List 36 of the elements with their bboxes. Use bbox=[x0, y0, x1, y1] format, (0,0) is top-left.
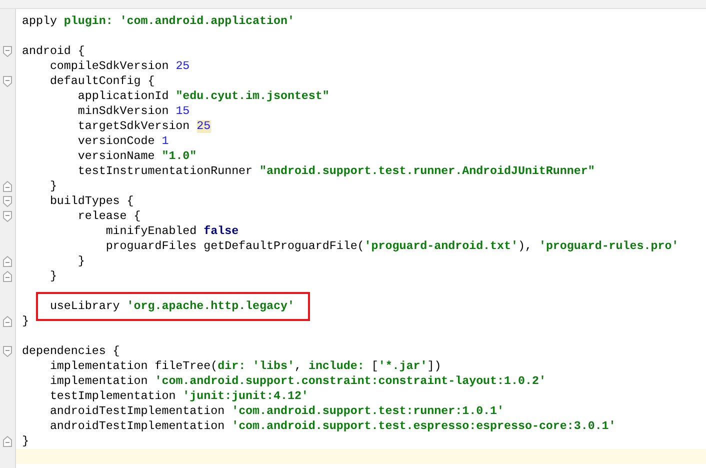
fold-icon[interactable] bbox=[3, 316, 12, 327]
code-line: defaultConfig { bbox=[48, 74, 155, 89]
code-line: testInstrumentationRunner "android.support.test.runner.AndroidJUnitRunner" bbox=[76, 164, 595, 179]
fold-icon[interactable] bbox=[3, 46, 12, 57]
code-line: androidTestImplementation 'com.android.support.test:runner:1.0.1' bbox=[48, 404, 504, 419]
code-line: targetSdkVersion 25 bbox=[76, 119, 211, 134]
code-line: android { bbox=[22, 44, 85, 59]
code-line: applicationId "edu.cyut.im.jsontest" bbox=[76, 89, 330, 104]
fold-icon[interactable] bbox=[3, 346, 12, 357]
code-line: minifyEnabled false bbox=[104, 224, 239, 239]
fold-icon[interactable] bbox=[3, 196, 12, 207]
code-line: implementation fileTree(dir: 'libs', include: ['*.jar']) bbox=[48, 359, 442, 374]
fold-icon[interactable] bbox=[3, 76, 12, 87]
code-line: } bbox=[76, 254, 85, 269]
fold-icon[interactable] bbox=[3, 256, 12, 267]
code-line: compileSdkVersion 25 bbox=[48, 59, 190, 74]
code-line: androidTestImplementation 'com.android.support.test.espresso:espresso-core:3.0.1' bbox=[48, 419, 616, 434]
code-line: versionName "1.0" bbox=[76, 149, 197, 164]
code-line: useLibrary 'org.apache.http.legacy' bbox=[38, 294, 308, 319]
code-line: implementation 'com.android.support.constraint:constraint-layout:1.0.2' bbox=[48, 374, 546, 389]
code-line: } bbox=[22, 314, 29, 329]
fold-icon[interactable] bbox=[3, 271, 12, 282]
fold-icon[interactable] bbox=[3, 436, 12, 447]
fold-icon[interactable] bbox=[3, 181, 12, 192]
code-line: release { bbox=[76, 209, 141, 224]
code-line: apply plugin: 'com.android.application' bbox=[22, 14, 294, 29]
code-line: versionCode 1 bbox=[76, 134, 169, 149]
code-line: proguardFiles getDefaultProguardFile('proguard-android.txt'), 'proguard-rules.pro' bbox=[104, 239, 679, 254]
code-line: } bbox=[48, 179, 57, 194]
code-line: minSdkVersion 15 bbox=[76, 104, 190, 119]
code-line: buildTypes { bbox=[48, 194, 134, 209]
code-line: dependencies { bbox=[22, 344, 120, 359]
fold-icon[interactable] bbox=[3, 211, 12, 222]
code-line: } bbox=[48, 269, 57, 284]
code-line: testImplementation 'junit:junit:4.12' bbox=[48, 389, 308, 404]
code-line: } bbox=[22, 434, 29, 449]
